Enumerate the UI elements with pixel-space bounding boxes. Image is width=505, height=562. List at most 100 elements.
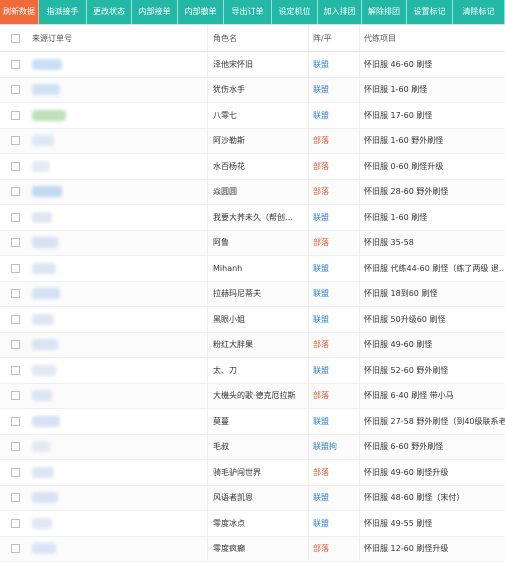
character-name-cell: 大機头的歌·德克厄拉斯 — [207, 384, 308, 409]
toolbar: 刷新数据指派接手更改状态内部接单内部撤单导出订单设定机位加入排团解除排团设置标记… — [0, 0, 505, 25]
row-checkbox-cell[interactable] — [0, 60, 30, 69]
row-checkbox-cell[interactable] — [0, 264, 30, 273]
redacted-order-number — [32, 339, 58, 350]
row-checkbox[interactable] — [11, 213, 20, 222]
row-checkbox[interactable] — [11, 468, 20, 477]
header-project[interactable]: 代练项目 — [359, 25, 505, 51]
row-checkbox[interactable] — [11, 60, 20, 69]
toolbar-button-4[interactable]: 内部撤单 — [178, 0, 224, 24]
row-checkbox-cell[interactable] — [0, 442, 30, 451]
row-checkbox-cell[interactable] — [0, 238, 30, 247]
row-checkbox-cell[interactable] — [0, 111, 30, 120]
toolbar-button-0[interactable]: 刷新数据 — [0, 0, 39, 24]
row-checkbox[interactable] — [11, 315, 20, 324]
row-checkbox[interactable] — [11, 391, 20, 400]
table-row[interactable]: 粉红大胖果部落怀旧服 49-60 刷怪 — [0, 333, 505, 359]
project-cell: 怀旧服 28-60 野外刷怪 — [359, 180, 505, 205]
toolbar-button-9[interactable]: 设置标记 — [407, 0, 453, 24]
table-row[interactable]: 大機头的歌·德克厄拉斯部落怀旧服 6-40 刷怪 带小马 — [0, 384, 505, 410]
camp-cell: 联盟 — [308, 205, 359, 230]
table-row[interactable]: 零度冰点联盟怀旧服 49-55 刷怪 — [0, 511, 505, 537]
redacted-order-number — [32, 365, 56, 376]
table-row[interactable]: 阿鲁部落怀旧服 35-58 — [0, 231, 505, 257]
row-checkbox-cell[interactable] — [0, 315, 30, 324]
header-camp[interactable]: 阵/平 — [308, 25, 359, 51]
project-cell: 怀旧服 1-60 野外刷怪 — [359, 129, 505, 154]
table-row[interactable]: 焱圆圆部落怀旧服 28-60 野外刷怪 — [0, 180, 505, 206]
header-source-order[interactable]: 来源订单号 — [30, 25, 207, 51]
source-order-cell — [30, 231, 207, 256]
character-name-cell: Mihanh — [207, 256, 308, 281]
project-cell: 怀旧服 6-40 刷怪 带小马 — [359, 384, 505, 409]
row-checkbox-cell[interactable] — [0, 366, 30, 375]
toolbar-button-7[interactable]: 加入排团 — [318, 0, 362, 24]
toolbar-button-10[interactable]: 清除标记 — [453, 0, 505, 24]
source-order-cell — [30, 52, 207, 77]
row-checkbox[interactable] — [11, 493, 20, 502]
toolbar-button-8[interactable]: 解除排团 — [362, 0, 407, 24]
row-checkbox[interactable] — [11, 162, 20, 171]
table-row[interactable]: 我要大荞未久（帮创…联盟怀旧服 1-60 刷怪 — [0, 205, 505, 231]
row-checkbox-cell[interactable] — [0, 468, 30, 477]
row-checkbox[interactable] — [11, 442, 20, 451]
table-row[interactable]: 黑眼小姐联盟怀旧服 50升级60 刷怪 — [0, 307, 505, 333]
table-row[interactable]: Mihanh联盟怀旧服 代练44-60 刷怪（练了两级 退… — [0, 256, 505, 282]
row-checkbox[interactable] — [11, 340, 20, 349]
row-checkbox-cell[interactable] — [0, 162, 30, 171]
row-checkbox[interactable] — [11, 136, 20, 145]
project-cell: 怀旧服 17-60 刷怪 — [359, 103, 505, 128]
toolbar-button-5[interactable]: 导出订单 — [224, 0, 272, 24]
row-checkbox[interactable] — [11, 417, 20, 426]
character-name-cell: 我要大荞未久（帮创… — [207, 205, 308, 230]
project-cell: 怀旧服 1-60 刷怪 — [359, 205, 505, 230]
project-cell: 怀旧服 48-60 刷怪（末付） — [359, 486, 505, 511]
table-row[interactable]: 阿沙勒斯部落怀旧服 1-60 野外刷怪 — [0, 129, 505, 155]
camp-cell: 联盟 — [308, 511, 359, 536]
row-checkbox[interactable] — [11, 111, 20, 120]
table-row[interactable]: 水百杨花部落怀旧服 0-60 刷怪升级 — [0, 154, 505, 180]
row-checkbox[interactable] — [11, 85, 20, 94]
toolbar-button-6[interactable]: 设定机位 — [272, 0, 318, 24]
table-row[interactable]: 泽他宋怀旧联盟怀旧服 46-60 刷怪 — [0, 52, 505, 78]
camp-cell: 联盟 — [308, 409, 359, 434]
table-row[interactable]: 拉赫玛尼蒂夫联盟怀旧服 18到60 刷怪 — [0, 282, 505, 308]
row-checkbox-cell[interactable] — [0, 417, 30, 426]
select-all-checkbox[interactable] — [11, 34, 20, 43]
character-name-cell: 太、刀 — [207, 358, 308, 383]
table-row[interactable]: 毛叔联盟拘怀旧服 6-60 野外刷怪 — [0, 435, 505, 461]
row-checkbox[interactable] — [11, 238, 20, 247]
row-checkbox[interactable] — [11, 544, 20, 553]
character-name-cell: 毛叔 — [207, 435, 308, 460]
row-checkbox-cell[interactable] — [0, 340, 30, 349]
table-row[interactable]: 八零七联盟怀旧服 17-60 刷怪 — [0, 103, 505, 129]
table-row[interactable]: 骑毛驴闯世界部落怀旧服 49-60 刷怪升级 — [0, 460, 505, 486]
table-row[interactable]: 零度疯癫部落怀旧服 12-60 刷怪升级 — [0, 537, 505, 562]
row-checkbox-cell[interactable] — [0, 519, 30, 528]
row-checkbox[interactable] — [11, 289, 20, 298]
toolbar-button-3[interactable]: 内部接单 — [132, 0, 178, 24]
table-row[interactable]: 太、刀联盟怀旧服 52-60 野外刷怪 — [0, 358, 505, 384]
row-checkbox-cell[interactable] — [0, 187, 30, 196]
table-row[interactable]: 风语者凯恩联盟怀旧服 48-60 刷怪（末付） — [0, 486, 505, 512]
redacted-order-number — [32, 492, 58, 503]
row-checkbox-cell[interactable] — [0, 85, 30, 94]
row-checkbox-cell[interactable] — [0, 136, 30, 145]
row-checkbox[interactable] — [11, 187, 20, 196]
character-name-cell: 阿沙勒斯 — [207, 129, 308, 154]
toolbar-button-1[interactable]: 指派接手 — [39, 0, 87, 24]
toolbar-button-2[interactable]: 更改状态 — [87, 0, 132, 24]
row-checkbox-cell[interactable] — [0, 289, 30, 298]
table-row[interactable]: 犹伤水手联盟怀旧服 1-60 刷怪 — [0, 78, 505, 104]
select-all-cell[interactable] — [0, 34, 30, 43]
row-checkbox[interactable] — [11, 264, 20, 273]
source-order-cell — [30, 205, 207, 230]
row-checkbox[interactable] — [11, 519, 20, 528]
header-character-name[interactable]: 角色名 — [207, 25, 308, 51]
project-cell: 怀旧服 代练44-60 刷怪（练了两级 退… — [359, 256, 505, 281]
table-row[interactable]: 莫蔓联盟怀旧服 27-58 野外刷怪（到40级联系老… — [0, 409, 505, 435]
row-checkbox-cell[interactable] — [0, 493, 30, 502]
row-checkbox-cell[interactable] — [0, 213, 30, 222]
row-checkbox-cell[interactable] — [0, 544, 30, 553]
row-checkbox-cell[interactable] — [0, 391, 30, 400]
row-checkbox[interactable] — [11, 366, 20, 375]
